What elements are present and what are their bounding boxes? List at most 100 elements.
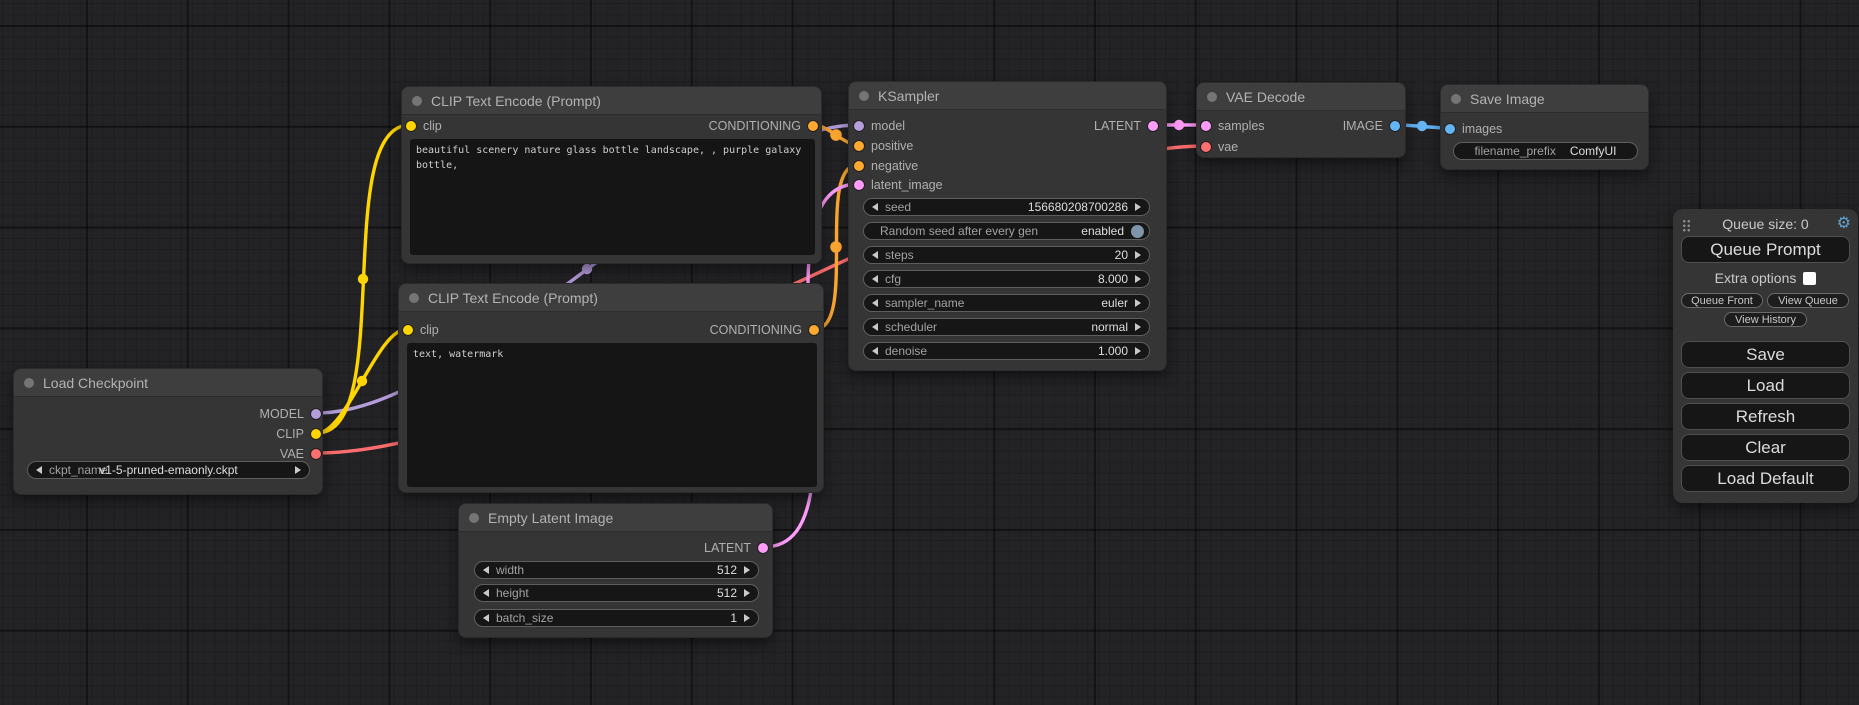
node-header[interactable]: Save Image (1441, 85, 1648, 113)
node-clip-text-encode-positive[interactable]: CLIP Text Encode (Prompt) clip CONDITION… (401, 86, 822, 264)
height-widget[interactable]: height 512 (474, 584, 759, 602)
increment-icon[interactable] (1135, 275, 1141, 283)
increment-icon[interactable] (744, 566, 750, 574)
node-header[interactable]: CLIP Text Encode (Prompt) (402, 87, 821, 115)
prev-value-icon[interactable] (872, 299, 878, 307)
extra-options-checkbox[interactable] (1803, 272, 1816, 285)
output-clip[interactable]: CLIP (276, 425, 321, 443)
output-image[interactable]: IMAGE (1343, 117, 1400, 135)
queue-front-button[interactable]: Queue Front (1681, 293, 1763, 308)
load-default-button[interactable]: Load Default (1681, 465, 1850, 492)
collapse-dot-icon[interactable] (412, 96, 422, 106)
widget-value: 8.000 (1098, 272, 1128, 286)
node-empty-latent-image[interactable]: Empty Latent Image LATENT width 512 heig… (458, 503, 773, 638)
conditioning-input-port[interactable] (854, 161, 864, 171)
collapse-dot-icon[interactable] (24, 378, 34, 388)
node-vae-decode[interactable]: VAE Decode samples vae IMAGE (1196, 82, 1406, 158)
output-conditioning[interactable]: CONDITIONING (709, 117, 818, 135)
image-input-port[interactable] (1445, 124, 1455, 134)
node-save-image[interactable]: Save Image images filename_prefix ComfyU… (1440, 84, 1649, 170)
increment-icon[interactable] (744, 589, 750, 597)
queue-menu-panel: Queue size: 0 ⚙ Queue Prompt Extra optio… (1673, 209, 1858, 503)
vae-output-port[interactable] (311, 449, 321, 459)
input-vae[interactable]: vae (1201, 138, 1238, 156)
decrement-icon[interactable] (872, 203, 878, 211)
input-negative[interactable]: negative (854, 157, 918, 175)
gear-icon[interactable]: ⚙ (1837, 213, 1851, 233)
conditioning-output-port[interactable] (808, 121, 818, 131)
load-button[interactable]: Load (1681, 372, 1850, 399)
increment-icon[interactable] (1135, 203, 1141, 211)
denoise-widget[interactable]: denoise 1.000 (863, 342, 1150, 360)
collapse-dot-icon[interactable] (859, 91, 869, 101)
output-conditioning[interactable]: CONDITIONING (710, 321, 819, 339)
model-input-port[interactable] (854, 121, 864, 131)
decrement-icon[interactable] (483, 614, 489, 622)
increment-icon[interactable] (1135, 347, 1141, 355)
steps-widget[interactable]: steps 20 (863, 246, 1150, 264)
node-header[interactable]: CLIP Text Encode (Prompt) (399, 284, 823, 312)
input-clip[interactable]: clip (403, 321, 439, 339)
node-load-checkpoint[interactable]: Load Checkpoint MODEL CLIP VAE ckpt_name… (13, 368, 323, 495)
model-output-port[interactable] (311, 409, 321, 419)
clip-input-port[interactable] (403, 325, 413, 335)
conditioning-input-port[interactable] (854, 141, 864, 151)
width-widget[interactable]: width 512 (474, 561, 759, 579)
seed-widget[interactable]: seed 156680208700286 (863, 198, 1150, 216)
random-seed-widget[interactable]: Random seed after every gen enabled (863, 222, 1150, 240)
vae-input-port[interactable] (1201, 142, 1211, 152)
decrement-icon[interactable] (872, 275, 878, 283)
collapse-dot-icon[interactable] (409, 293, 419, 303)
clear-button[interactable]: Clear (1681, 434, 1850, 461)
sampler-name-widget[interactable]: sampler_name euler (863, 294, 1150, 312)
input-positive[interactable]: positive (854, 137, 913, 155)
node-header[interactable]: Empty Latent Image (459, 504, 772, 532)
next-value-icon[interactable] (1135, 299, 1141, 307)
negative-prompt-textarea[interactable]: text, watermark (407, 343, 817, 487)
cfg-widget[interactable]: cfg 8.000 (863, 270, 1150, 288)
node-header[interactable]: VAE Decode (1197, 83, 1405, 111)
scheduler-widget[interactable]: scheduler normal (863, 318, 1150, 336)
latent-input-port[interactable] (854, 180, 864, 190)
conditioning-output-port[interactable] (809, 325, 819, 335)
latent-output-port[interactable] (1148, 121, 1158, 131)
node-ksampler[interactable]: KSampler model positive negative latent_… (848, 81, 1167, 371)
image-output-port[interactable] (1390, 121, 1400, 131)
refresh-button[interactable]: Refresh (1681, 403, 1850, 430)
queue-prompt-button[interactable]: Queue Prompt (1681, 236, 1850, 263)
output-latent[interactable]: LATENT (1094, 117, 1158, 135)
latent-output-port[interactable] (758, 543, 768, 553)
batch-size-widget[interactable]: batch_size 1 (474, 609, 759, 627)
node-clip-text-encode-negative[interactable]: CLIP Text Encode (Prompt) clip CONDITION… (398, 283, 824, 493)
input-latent-image[interactable]: latent_image (854, 176, 943, 194)
view-queue-button[interactable]: View Queue (1767, 293, 1849, 308)
save-button[interactable]: Save (1681, 341, 1850, 368)
clip-output-port[interactable] (311, 429, 321, 439)
input-images[interactable]: images (1445, 120, 1502, 138)
filename-prefix-widget[interactable]: filename_prefix ComfyUI (1453, 142, 1638, 160)
decrement-icon[interactable] (483, 589, 489, 597)
clip-input-port[interactable] (406, 121, 416, 131)
node-header[interactable]: KSampler (849, 82, 1166, 110)
next-value-icon[interactable] (1135, 323, 1141, 331)
latent-input-port[interactable] (1201, 121, 1211, 131)
positive-prompt-textarea[interactable]: beautiful scenery nature glass bottle la… (410, 139, 815, 255)
input-clip[interactable]: clip (406, 117, 442, 135)
node-header[interactable]: Load Checkpoint (14, 369, 322, 397)
decrement-icon[interactable] (872, 251, 878, 259)
collapse-dot-icon[interactable] (1451, 94, 1461, 104)
input-model[interactable]: model (854, 117, 905, 135)
increment-icon[interactable] (1135, 251, 1141, 259)
output-latent[interactable]: LATENT (704, 539, 768, 557)
decrement-icon[interactable] (483, 566, 489, 574)
decrement-icon[interactable] (872, 347, 878, 355)
increment-icon[interactable] (744, 614, 750, 622)
view-history-button[interactable]: View History (1724, 312, 1807, 327)
collapse-dot-icon[interactable] (1207, 92, 1217, 102)
output-model[interactable]: MODEL (260, 405, 321, 423)
ckpt-name-widget[interactable]: ckpt_name v1-5-pruned-emaonly.ckpt (27, 461, 310, 479)
input-samples[interactable]: samples (1201, 117, 1265, 135)
prev-value-icon[interactable] (872, 323, 878, 331)
collapse-dot-icon[interactable] (469, 513, 479, 523)
toggle-icon[interactable] (1131, 225, 1144, 238)
